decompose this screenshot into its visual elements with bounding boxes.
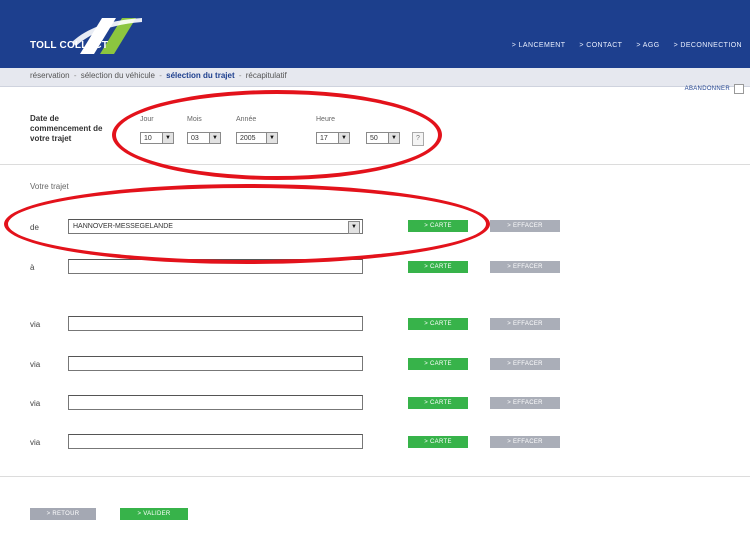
breadcrumb-step-summary: récapitulatif xyxy=(245,71,287,80)
breadcrumb: réservation - sélection du véhicule - sé… xyxy=(30,71,287,80)
top-nav: > LANCEMENT > CONTACT > AGG > DECONNECTI… xyxy=(512,42,742,49)
brand-name: TOLL COLLECT xyxy=(30,40,109,51)
route-title: Votre trajet xyxy=(30,182,69,191)
month-caption: Mois xyxy=(187,116,202,123)
year-caption: Année xyxy=(236,116,257,123)
breadcrumb-step-reservation: réservation xyxy=(30,71,70,80)
minute-select[interactable]: 50 ▼ xyxy=(366,132,400,144)
clear-button-via-3[interactable]: > EFFACER xyxy=(490,397,560,409)
footer-divider xyxy=(0,476,750,477)
via-input-4[interactable] xyxy=(68,434,363,449)
chevron-down-icon: ▼ xyxy=(266,133,277,143)
via-input-1[interactable] xyxy=(68,316,363,331)
departure-value: HANNOVER-MESSEGELANDE xyxy=(73,223,173,230)
departure-select[interactable]: HANNOVER-MESSEGELANDE ▼ xyxy=(68,219,363,234)
clear-button-from[interactable]: > EFFACER xyxy=(490,220,560,232)
map-button-via-2[interactable]: > CARTE xyxy=(408,358,468,370)
map-button-to[interactable]: > CARTE xyxy=(408,261,468,273)
help-icon[interactable]: ? xyxy=(412,132,424,146)
via-input-3[interactable] xyxy=(68,395,363,410)
chevron-down-icon: ▼ xyxy=(209,133,220,143)
chevron-down-icon: ▼ xyxy=(388,133,399,143)
nav-lancement[interactable]: > LANCEMENT xyxy=(512,42,566,49)
clear-button-via-1[interactable]: > EFFACER xyxy=(490,318,560,330)
month-value: 03 xyxy=(191,135,199,142)
year-value: 2005 xyxy=(240,135,256,142)
hour-value: 17 xyxy=(320,135,328,142)
map-button-via-3[interactable]: > CARTE xyxy=(408,397,468,409)
breadcrumb-separator: - xyxy=(159,71,162,80)
abandon-link[interactable]: ABANDONNER xyxy=(685,86,730,92)
back-button[interactable]: > RETOUR xyxy=(30,508,96,520)
chevron-down-icon: ▼ xyxy=(338,133,349,143)
abandon-close-icon[interactable] xyxy=(734,84,744,94)
month-select[interactable]: 03 ▼ xyxy=(187,132,221,144)
breadcrumb-step-vehicle: sélection du véhicule xyxy=(80,71,155,80)
hour-select[interactable]: 17 ▼ xyxy=(316,132,350,144)
route-row-label-via: via xyxy=(30,399,41,408)
site-header: TOLL COLLECT > LANCEMENT > CONTACT > AGG… xyxy=(0,0,750,68)
breadcrumb-separator: - xyxy=(238,71,242,80)
nav-deconnection[interactable]: > DECONNECTION xyxy=(674,42,742,49)
nav-agg[interactable]: > AGG xyxy=(636,42,659,49)
map-button-from[interactable]: > CARTE xyxy=(408,220,468,232)
section-divider xyxy=(0,164,750,165)
nav-contact[interactable]: > CONTACT xyxy=(579,42,622,49)
chevron-down-icon: ▼ xyxy=(348,221,360,234)
map-button-via-1[interactable]: > CARTE xyxy=(408,318,468,330)
clear-button-via-4[interactable]: > EFFACER xyxy=(490,436,560,448)
route-row-label-via: via xyxy=(30,320,41,329)
route-row-label-via: via xyxy=(30,438,41,447)
day-value: 10 xyxy=(144,135,152,142)
year-select[interactable]: 2005 ▼ xyxy=(236,132,278,144)
chevron-down-icon: ▼ xyxy=(162,133,173,143)
route-row-label-via: via xyxy=(30,360,41,369)
start-date-label: Date de commencement de votre trajet xyxy=(30,114,103,143)
clear-button-via-2[interactable]: > EFFACER xyxy=(490,358,560,370)
clear-button-to[interactable]: > EFFACER xyxy=(490,261,560,273)
minute-value: 50 xyxy=(370,135,378,142)
hour-caption: Heure xyxy=(316,116,336,123)
via-input-2[interactable] xyxy=(68,356,363,371)
breadcrumb-step-route-current: sélection du trajet xyxy=(166,71,235,80)
validate-button[interactable]: > VALIDER xyxy=(120,508,188,520)
breadcrumb-bar: réservation - sélection du véhicule - sé… xyxy=(0,68,750,87)
route-row-label-to: à xyxy=(30,263,35,272)
destination-input[interactable] xyxy=(68,259,363,274)
day-caption: Jour xyxy=(140,116,154,123)
day-select[interactable]: 10 ▼ xyxy=(140,132,174,144)
breadcrumb-separator: - xyxy=(73,71,77,80)
route-row-label-from: de xyxy=(30,223,39,232)
map-button-via-4[interactable]: > CARTE xyxy=(408,436,468,448)
